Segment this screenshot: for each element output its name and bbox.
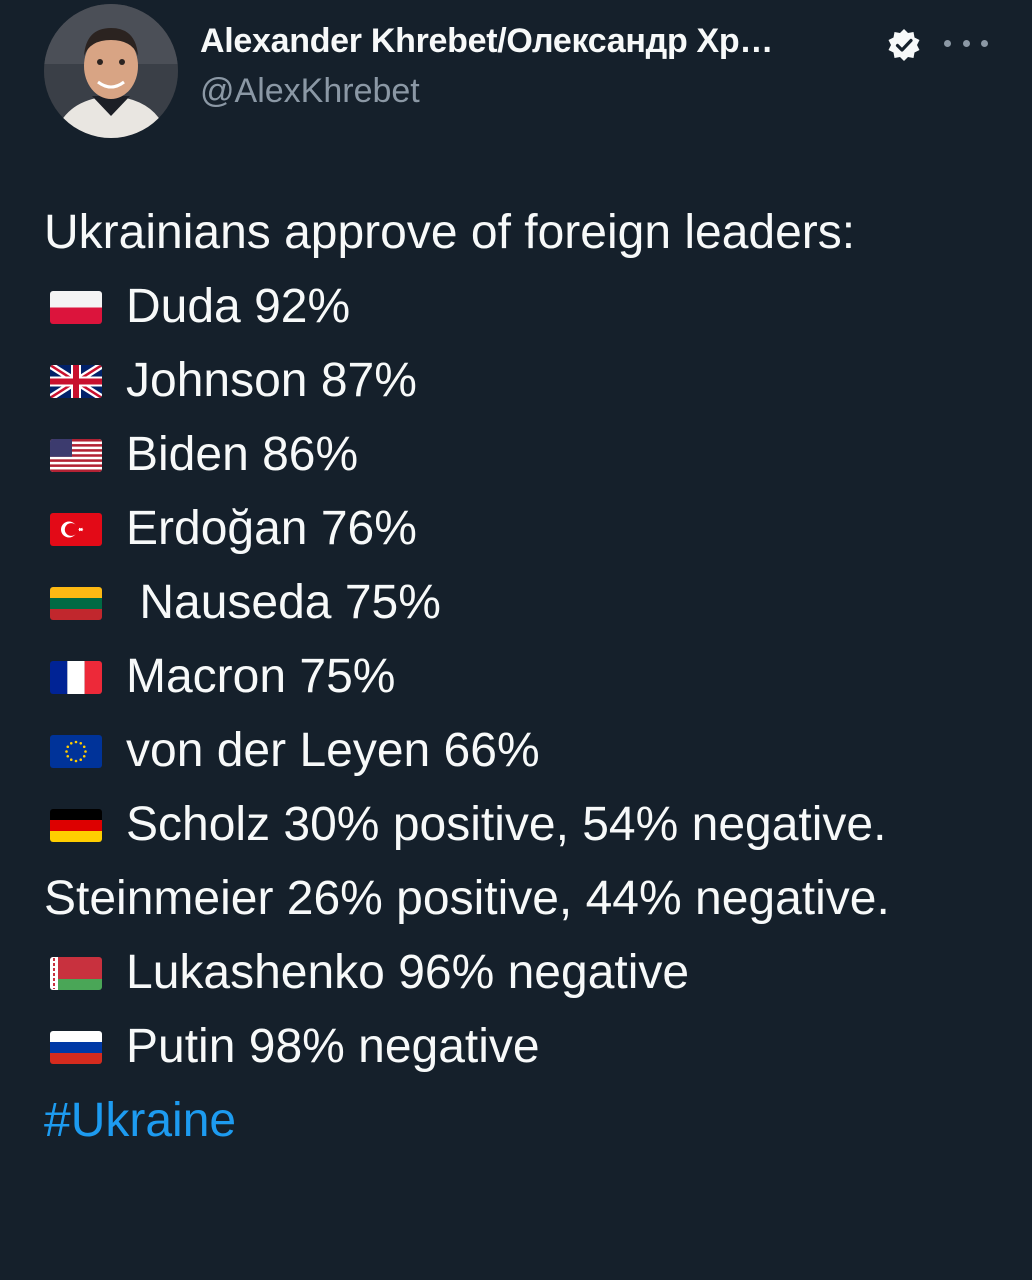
list-item-text: Nauseda 75% xyxy=(126,576,441,629)
author-handle[interactable]: @AlexKhrebet xyxy=(200,72,420,111)
germany-flag-icon xyxy=(50,809,102,842)
russia-flag-icon xyxy=(50,1031,102,1064)
usa-flag-icon xyxy=(50,439,102,472)
tweet-header: Alexander Khrebet/Олександр Хр… @AlexKhr… xyxy=(44,0,994,140)
list-item-text: Lukashenko 96% negative xyxy=(126,946,690,999)
france-flag-icon xyxy=(50,661,102,694)
list-item: Johnson 87% xyxy=(44,344,994,418)
author-display-name[interactable]: Alexander Khrebet/Олександр Хр… xyxy=(200,22,773,61)
list-item: Putin 98% negative xyxy=(44,1010,994,1084)
list-item: von der Leyen 66% xyxy=(44,714,994,788)
hashtag-line: #Ukraine xyxy=(44,1084,994,1158)
list-item-text: von der Leyen 66% xyxy=(126,724,540,777)
list-item-text: Scholz 30% positive, 54% negative. Stein… xyxy=(44,798,890,925)
list-item-text: Biden 86% xyxy=(126,428,359,481)
verified-badge-icon xyxy=(886,27,922,63)
avatar[interactable] xyxy=(44,4,178,138)
uk-flag-icon xyxy=(50,365,102,398)
list-item: Erdoğan 76% xyxy=(44,492,994,566)
tweet-text: Ukrainians approve of foreign leaders: D… xyxy=(44,196,994,1158)
more-options-icon[interactable] xyxy=(944,28,988,58)
list-item-text: Putin 98% negative xyxy=(126,1020,540,1073)
list-item: Biden 86% xyxy=(44,418,994,492)
lithuania-flag-icon xyxy=(50,587,102,620)
tweet-intro: Ukrainians approve of foreign leaders: xyxy=(44,206,856,259)
belarus-flag-icon xyxy=(50,957,102,990)
poland-flag-icon xyxy=(50,291,102,324)
list-item-text: Macron 75% xyxy=(126,650,396,703)
hashtag-link[interactable]: #Ukraine xyxy=(44,1094,236,1147)
list-item-text: Erdoğan 76% xyxy=(126,502,417,555)
list-item: Lukashenko 96% negative xyxy=(44,936,994,1010)
list-item-text: Johnson 87% xyxy=(126,354,417,407)
list-item: Nauseda 75% xyxy=(44,566,994,640)
list-item: Macron 75% xyxy=(44,640,994,714)
turkey-flag-icon xyxy=(50,513,102,546)
eu-flag-icon xyxy=(50,735,102,768)
list-item-text: Duda 92% xyxy=(126,280,351,333)
list-item: Scholz 30% positive, 54% negative. Stein… xyxy=(44,788,994,936)
list-item: Duda 92% xyxy=(44,270,994,344)
